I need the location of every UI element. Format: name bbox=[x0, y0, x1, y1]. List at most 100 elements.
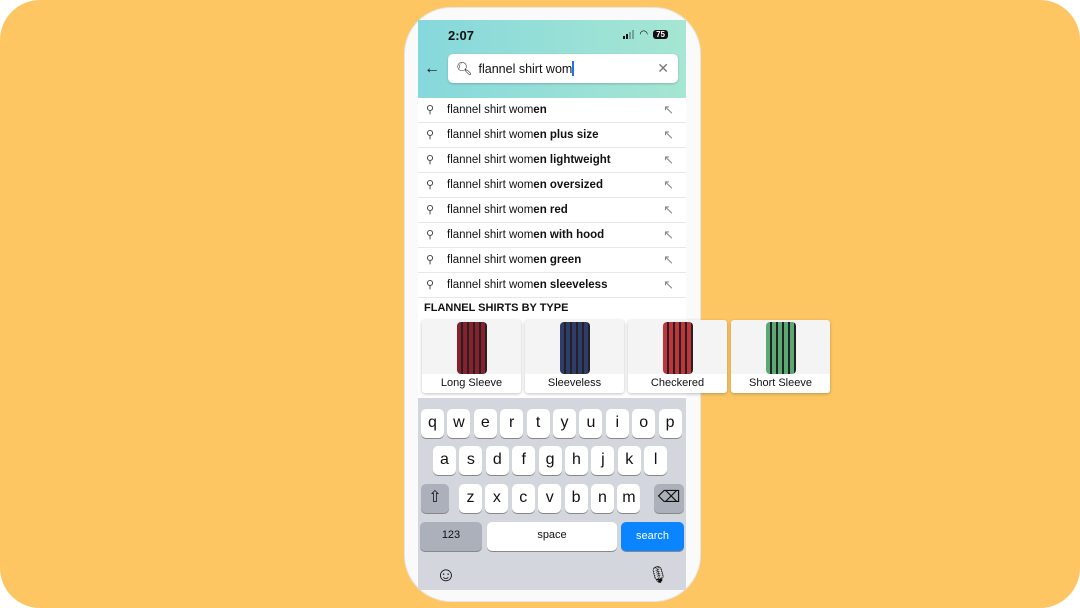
suggestion-item[interactable]: ⚲ flannel shirt wom en red ↖ bbox=[418, 198, 686, 223]
suggestion-typed: flannel shirt wom bbox=[447, 204, 534, 216]
suggestion-item[interactable]: ⚲ flannel shirt wom en plus size ↖ bbox=[418, 123, 686, 148]
suggestion-item[interactable]: ⚲ flannel shirt wom en green ↖ bbox=[418, 248, 686, 273]
key-f[interactable]: f bbox=[512, 446, 536, 475]
key-m[interactable]: m bbox=[617, 484, 641, 513]
key-d[interactable]: d bbox=[485, 446, 509, 475]
key-w[interactable]: w bbox=[447, 409, 471, 438]
fill-arrow-icon[interactable]: ↖ bbox=[663, 152, 674, 168]
suggestion-typed: flannel shirt wom bbox=[447, 154, 534, 166]
search-icon: ⚲ bbox=[426, 254, 435, 266]
search-icon: 🔍︎ bbox=[456, 60, 473, 76]
suggestion-completion: en lightweight bbox=[533, 154, 611, 166]
search-icon: ⚲ bbox=[426, 104, 435, 116]
key-g[interactable]: g bbox=[538, 446, 562, 475]
product-image bbox=[663, 322, 693, 374]
category-label: Long Sleeve bbox=[422, 374, 521, 393]
key-e[interactable]: e bbox=[473, 409, 497, 438]
section-title: FLANNEL SHIRTS BY TYPE bbox=[424, 302, 569, 314]
key-q[interactable]: q bbox=[421, 409, 444, 438]
clear-icon[interactable]: ✕ bbox=[657, 60, 669, 77]
key-i[interactable]: i bbox=[605, 409, 629, 438]
suggestion-typed: flannel shirt wom bbox=[447, 254, 534, 266]
back-arrow-icon[interactable]: ← bbox=[424, 60, 440, 78]
fill-arrow-icon[interactable]: ↖ bbox=[663, 202, 674, 218]
key-j[interactable]: j bbox=[591, 446, 615, 475]
key-v[interactable]: v bbox=[538, 484, 562, 513]
category-card[interactable]: Sleeveless bbox=[525, 320, 624, 393]
text-cursor bbox=[572, 61, 574, 76]
category-card[interactable]: Checkered bbox=[628, 320, 727, 393]
signal-icon bbox=[623, 30, 635, 39]
key-x[interactable]: x bbox=[485, 484, 509, 513]
search-icon: ⚲ bbox=[426, 179, 435, 191]
key-y[interactable]: y bbox=[553, 409, 576, 438]
fill-arrow-icon[interactable]: ↖ bbox=[663, 252, 674, 268]
category-label: Sleeveless bbox=[525, 374, 624, 393]
suggestion-list: ⚲ flannel shirt wom en ↖ ⚲ flannel shirt wom e… bbox=[418, 98, 686, 298]
search-icon: ⚲ bbox=[426, 204, 435, 216]
key-k[interactable]: k bbox=[617, 446, 641, 475]
emoji-icon[interactable]: ☺ bbox=[432, 562, 460, 591]
fill-arrow-icon[interactable]: ↖ bbox=[663, 277, 674, 293]
backspace-key[interactable]: ⌫ bbox=[654, 484, 684, 513]
fill-arrow-icon[interactable]: ↖ bbox=[663, 227, 674, 243]
search-icon: ⚲ bbox=[426, 129, 435, 141]
fill-arrow-icon[interactable]: ↖ bbox=[663, 127, 674, 143]
suggestion-item[interactable]: ⚲ flannel shirt wom en lightweight ↖ bbox=[418, 148, 686, 173]
suggestion-item[interactable]: ⚲ flannel shirt wom en oversized ↖ bbox=[418, 173, 686, 198]
suggestion-completion: en green bbox=[533, 254, 582, 266]
search-key[interactable]: search bbox=[621, 522, 684, 551]
wifi-icon: ◠ bbox=[639, 29, 649, 40]
key-a[interactable]: a bbox=[433, 446, 456, 475]
microphone-icon[interactable]: 🎙︎ bbox=[644, 562, 672, 591]
suggestion-typed: flannel shirt wom bbox=[447, 279, 534, 291]
search-icon: ⚲ bbox=[426, 154, 435, 166]
product-image bbox=[560, 322, 590, 374]
suggestion-item[interactable]: ⚲ flannel shirt wom en sleeveless ↖ bbox=[418, 273, 686, 298]
category-label: Checkered bbox=[628, 374, 727, 393]
key-h[interactable]: h bbox=[565, 446, 588, 475]
keyboard: q w e r t y u i o p a s d f g h j k l ⇧ z x c v b n m ⌫ 123 space sear… bbox=[418, 398, 686, 590]
key-t[interactable]: t bbox=[526, 409, 550, 438]
suggestion-completion: en with hood bbox=[533, 229, 605, 241]
search-input[interactable]: 🔍︎ flannel shirt wom ✕ bbox=[448, 54, 678, 83]
suggestion-completion: en plus size bbox=[533, 129, 599, 141]
phone-frame: 2:07 ◠ 75 ← 🔍︎ flannel shirt wom ✕ ⚲ flan… bbox=[405, 8, 830, 601]
category-label: Short Sleeve bbox=[731, 374, 830, 393]
key-c[interactable]: c bbox=[511, 484, 535, 513]
search-value: flannel shirt wom bbox=[478, 61, 573, 76]
key-l[interactable]: l bbox=[644, 446, 668, 475]
key-b[interactable]: b bbox=[564, 484, 588, 513]
suggestion-item[interactable]: ⚲ flannel shirt wom en ↖ bbox=[418, 98, 686, 123]
suggestion-typed: flannel shirt wom bbox=[447, 179, 534, 191]
suggestion-typed: flannel shirt wom bbox=[447, 229, 534, 241]
key-o[interactable]: o bbox=[632, 409, 656, 438]
shift-key[interactable]: ⇧ bbox=[421, 484, 449, 513]
suggestion-item[interactable]: ⚲ flannel shirt wom en with hood ↖ bbox=[418, 223, 686, 248]
phone-screen: 2:07 ◠ 75 ← 🔍︎ flannel shirt wom ✕ ⚲ flan… bbox=[418, 20, 830, 590]
category-card[interactable]: Long Sleeve bbox=[422, 320, 521, 393]
key-p[interactable]: p bbox=[658, 409, 682, 438]
suggestion-completion: en oversized bbox=[533, 179, 603, 191]
key-u[interactable]: u bbox=[579, 409, 603, 438]
status-icons: ◠ 75 bbox=[623, 29, 668, 40]
fill-arrow-icon[interactable]: ↖ bbox=[663, 102, 674, 118]
suggestion-typed: flannel shirt wom bbox=[447, 129, 534, 141]
category-card[interactable]: Short Sleeve bbox=[731, 320, 830, 393]
header: 2:07 ◠ 75 ← 🔍︎ flannel shirt wom ✕ bbox=[418, 20, 686, 98]
search-icon: ⚲ bbox=[426, 229, 435, 241]
key-n[interactable]: n bbox=[591, 484, 614, 513]
key-z[interactable]: z bbox=[459, 484, 482, 513]
key-s[interactable]: s bbox=[459, 446, 483, 475]
key-r[interactable]: r bbox=[500, 409, 524, 438]
status-time: 2:07 bbox=[448, 28, 475, 43]
search-icon: ⚲ bbox=[426, 279, 435, 291]
space-key[interactable]: space bbox=[487, 522, 617, 551]
fill-arrow-icon[interactable]: ↖ bbox=[663, 177, 674, 193]
suggestion-typed: flannel shirt wom bbox=[447, 104, 534, 116]
suggestion-completion: en sleeveless bbox=[533, 279, 608, 291]
product-image bbox=[457, 322, 487, 374]
suggestion-completion: en bbox=[533, 104, 547, 116]
suggestion-completion: en red bbox=[533, 204, 568, 216]
numbers-key[interactable]: 123 bbox=[420, 522, 482, 551]
